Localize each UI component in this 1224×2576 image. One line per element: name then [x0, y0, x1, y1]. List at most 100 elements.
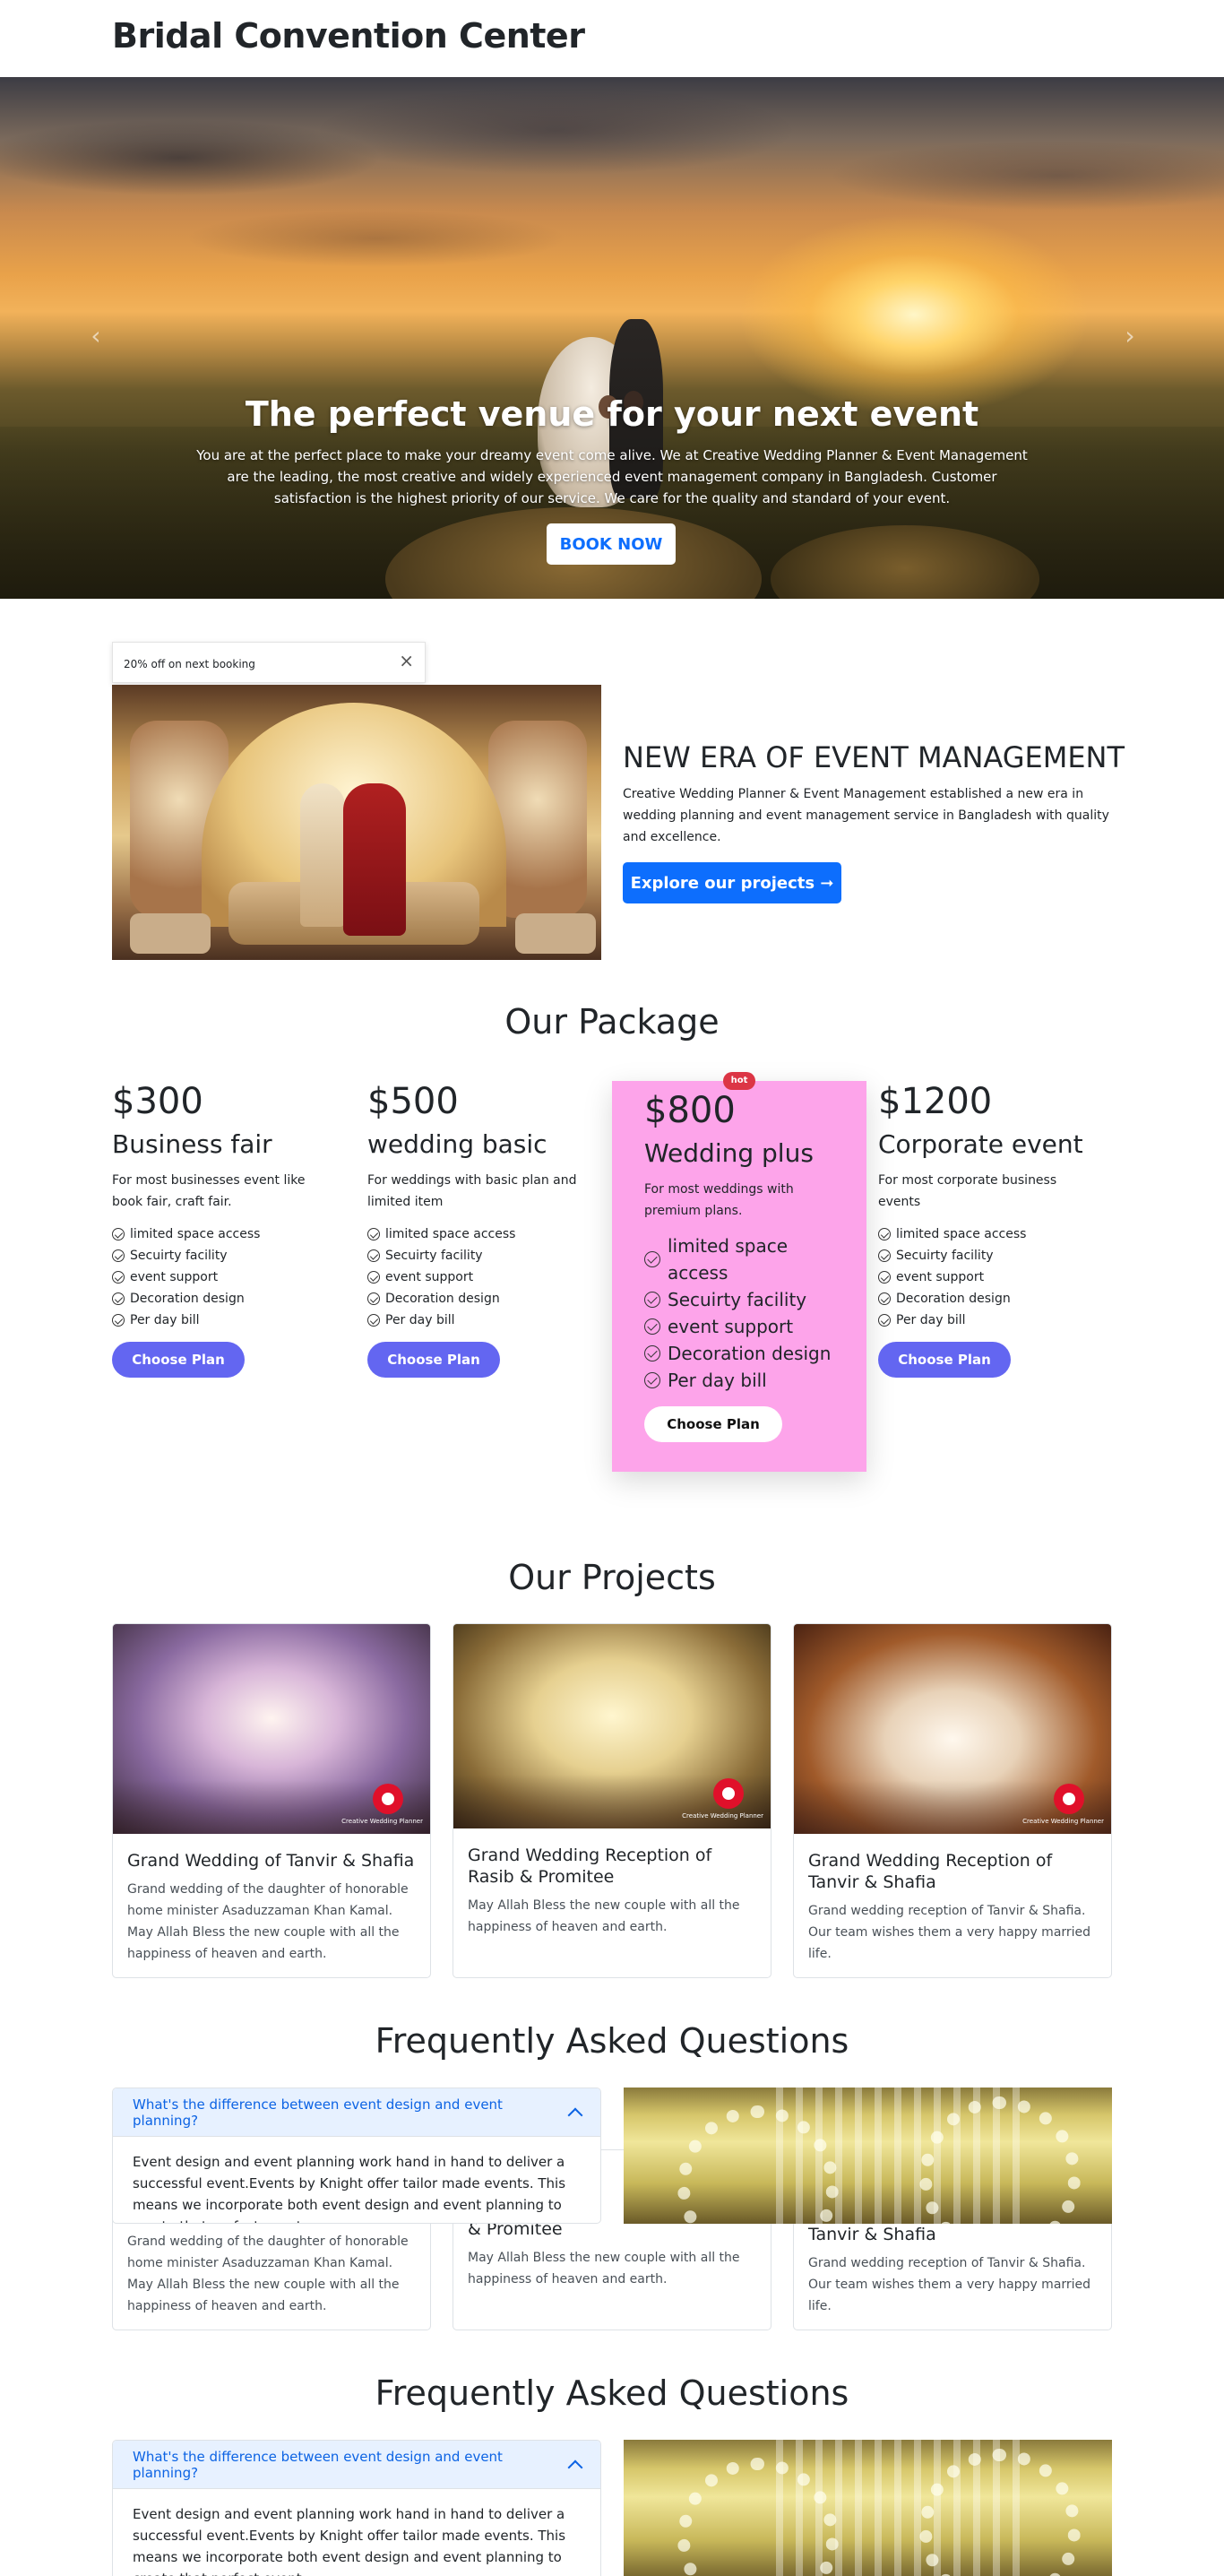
faq-question-button[interactable]: What's the difference between event desi… [113, 2088, 600, 2137]
project-title: Grand Wedding Reception of Rasib & Promi… [468, 1846, 712, 1887]
feature-item: event support [644, 1313, 834, 1340]
brand-title[interactable]: Bridal Convention Center [112, 16, 585, 56]
about-groom [300, 783, 345, 927]
check-circle-icon [112, 1314, 125, 1327]
plan-price: $300 [112, 1081, 203, 1122]
plan-name: Corporate event [878, 1129, 1083, 1159]
check-circle-icon [644, 1251, 660, 1267]
check-circle-icon [644, 1292, 660, 1308]
plan-features: limited space access Secuirty facility e… [878, 1223, 1102, 1331]
project-body: Grand Wedding Reception of Rasib & Promi… [453, 1828, 771, 1952]
faq-question: What's the difference between event desi… [133, 2096, 503, 2129]
projects-title: Our Projects [508, 1558, 716, 1597]
faq-image [624, 2440, 1112, 2576]
check-circle-icon [367, 1292, 380, 1305]
choose-plan-button[interactable]: Choose Plan [878, 1342, 1011, 1378]
feature-item: Per day bill [112, 1310, 336, 1331]
project-title: Grand Wedding Reception of Tanvir & Shaf… [808, 1851, 1053, 1892]
feature-label: Per day bill [896, 1313, 966, 1327]
feature-item: limited space access [112, 1223, 336, 1245]
feature-label: Secuirty facility [130, 1249, 228, 1263]
faq-answer: Event design and event planning work han… [133, 2154, 566, 2223]
check-circle-icon [644, 1372, 660, 1388]
plan-name: wedding basic [367, 1129, 547, 1159]
check-circle-icon [644, 1318, 660, 1335]
book-now-button[interactable]: BOOK NOW [547, 523, 676, 565]
carousel-prev-icon[interactable]: ‹ [82, 323, 109, 350]
check-circle-icon [112, 1228, 125, 1240]
check-circle-icon [644, 1345, 660, 1361]
feature-item: limited space access [644, 1232, 834, 1286]
about-image [112, 685, 601, 960]
feature-item: limited space access [878, 1223, 1102, 1245]
plan-price: $800 [644, 1090, 736, 1131]
feature-label: limited space access [896, 1227, 1027, 1241]
feature-item: event support [878, 1266, 1102, 1288]
feature-label: limited space access [385, 1227, 516, 1241]
page: { "header": {"brand": "Bridal Convention… [0, 0, 1224, 2576]
feature-label: event support [896, 1270, 985, 1284]
feature-label: Decoration design [385, 1292, 500, 1306]
faq-answer: Event design and event planning work han… [133, 2506, 566, 2576]
about-bride [343, 783, 406, 936]
plan-card: $1200 Corporate event For most corporate… [878, 1081, 1102, 1378]
project-body: Grand Wedding Reception of Tanvir & Shaf… [794, 1834, 1111, 1977]
logo-text: Creative Wedding Planner [682, 1812, 763, 1820]
chevron-up-icon [567, 2107, 583, 2122]
feature-item: Per day bill [367, 1310, 591, 1331]
faq-title: Frequently Asked Questions [375, 2021, 849, 2061]
check-circle-icon [112, 1249, 125, 1262]
project-title: Grand Wedding of Tanvir & Shafia [127, 1851, 415, 1871]
feature-label: event support [385, 1270, 474, 1284]
project-title-fragment: Tanvir & Shafia [808, 2225, 936, 2244]
feature-label: Per day bill [130, 1313, 200, 1327]
about-ottoman-left [130, 913, 211, 954]
plan-description: For weddings with basic plan and limited… [367, 1173, 577, 1209]
project-card[interactable]: Creative Wedding Planner Grand Wedding R… [793, 1623, 1112, 1978]
project-card[interactable]: Creative Wedding Planner Grand Wedding R… [453, 1623, 771, 1978]
explore-projects-button[interactable]: Explore our projects ➞ [623, 862, 841, 903]
plan-card-featured: $800 Wedding plus For most weddings with… [612, 1081, 866, 1472]
feature-item: Per day bill [644, 1367, 834, 1394]
feature-label: Per day bill [385, 1313, 455, 1327]
feature-item: Secuirty facility [112, 1245, 336, 1266]
feature-item: limited space access [367, 1223, 591, 1245]
feature-label: Secuirty facility [896, 1249, 994, 1263]
feature-item: event support [367, 1266, 591, 1288]
carousel-next-icon[interactable]: › [1116, 323, 1143, 350]
feature-label: Decoration design [896, 1292, 1011, 1306]
faq-title: Frequently Asked Questions [375, 2373, 849, 2413]
choose-plan-button[interactable]: Choose Plan [644, 1406, 782, 1442]
logo-text: Creative Wedding Planner [1022, 1818, 1104, 1825]
brand-logo-icon [713, 1778, 744, 1809]
check-circle-icon [878, 1314, 891, 1327]
project-image: Creative Wedding Planner [113, 1624, 430, 1834]
choose-plan-button[interactable]: Choose Plan [112, 1342, 245, 1378]
hero-description: You are at the perfect place to make you… [196, 447, 1028, 506]
feature-item: Secuirty facility [878, 1245, 1102, 1266]
check-circle-icon [878, 1292, 891, 1305]
chevron-up-icon [567, 2459, 583, 2475]
close-icon[interactable]: × [399, 652, 414, 670]
check-circle-icon [367, 1314, 380, 1327]
plan-features: limited space access Secuirty facility e… [367, 1223, 591, 1331]
hero-carousel [0, 77, 1224, 599]
choose-plan-button[interactable]: Choose Plan [367, 1342, 500, 1378]
feature-label: event support [130, 1270, 219, 1284]
faq-question: What's the difference between event desi… [133, 2448, 503, 2481]
faq-question-button[interactable]: What's the difference between event desi… [113, 2441, 600, 2489]
check-circle-icon [367, 1228, 380, 1240]
feature-item: event support [112, 1266, 336, 1288]
project-body: Grand Wedding of Tanvir & Shafia Grand w… [113, 1834, 430, 1977]
discount-toast: 20% off on next booking × [112, 642, 426, 683]
feature-label: Decoration design [668, 1343, 832, 1364]
feature-item: Decoration design [367, 1288, 591, 1310]
project-text: Grand wedding of the daughter of honorab… [127, 1882, 409, 1961]
plan-name: Business fair [112, 1129, 272, 1159]
hot-badge: hot [723, 1072, 755, 1090]
faq-accordion: What's the difference between event desi… [112, 2440, 601, 2576]
feature-item: Decoration design [878, 1288, 1102, 1310]
plan-features: limited space access Secuirty facility e… [112, 1223, 336, 1331]
packages-title: Our Package [504, 1002, 720, 1042]
project-card[interactable]: Creative Wedding Planner Grand Wedding o… [112, 1623, 431, 1978]
